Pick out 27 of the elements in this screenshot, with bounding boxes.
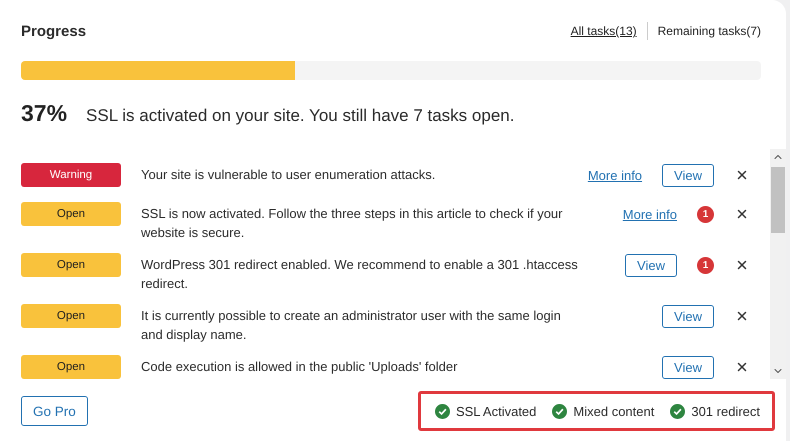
status-badge: Open: [21, 202, 121, 226]
status-check-label: Mixed content: [573, 404, 654, 418]
progress-message: SSL is activated on your site. You still have 7 tasks open.: [86, 106, 514, 126]
more-info-link[interactable]: More info: [588, 168, 642, 182]
task-description: It is currently possible to create an administrator user with the same login and display name.: [141, 307, 562, 344]
view-button[interactable]: View: [662, 304, 714, 328]
task-description: SSL is now activated. Follow the three steps in this article to check if your website is secure.: [141, 205, 564, 242]
task-description: Your site is vulnerable to user enumeration attacks.: [141, 166, 436, 184]
more-info-link[interactable]: More info: [622, 206, 677, 222]
status-check-label: 301 redirect: [691, 404, 760, 418]
notice-count: 1: [697, 256, 714, 274]
status-badge: Open: [21, 253, 121, 277]
view-button[interactable]: View: [662, 164, 714, 186]
status-badge: Warning: [21, 163, 121, 187]
task-description: WordPress 301 redirect enabled. We recommend to enable a 301 .htaccess redirect.: [141, 256, 579, 293]
status-check-label: SSL Activated: [456, 404, 536, 418]
status-badge: Open: [21, 304, 121, 328]
go-pro-button[interactable]: Go Pro: [21, 396, 88, 426]
view-button[interactable]: View: [662, 356, 714, 378]
view-button[interactable]: View: [625, 254, 677, 276]
task-filter-link[interactable]: All tasks(13): [560, 24, 647, 38]
progress-percent: 37%: [21, 100, 68, 127]
status-badge: Open: [21, 355, 121, 379]
task-description: Code execution is allowed in the public 'Uploads' folder: [141, 358, 458, 376]
notice-count: 1: [697, 206, 714, 222]
task-filter-link[interactable]: Remaining tasks(7): [648, 24, 761, 38]
panel-title: Progress: [21, 22, 86, 40]
